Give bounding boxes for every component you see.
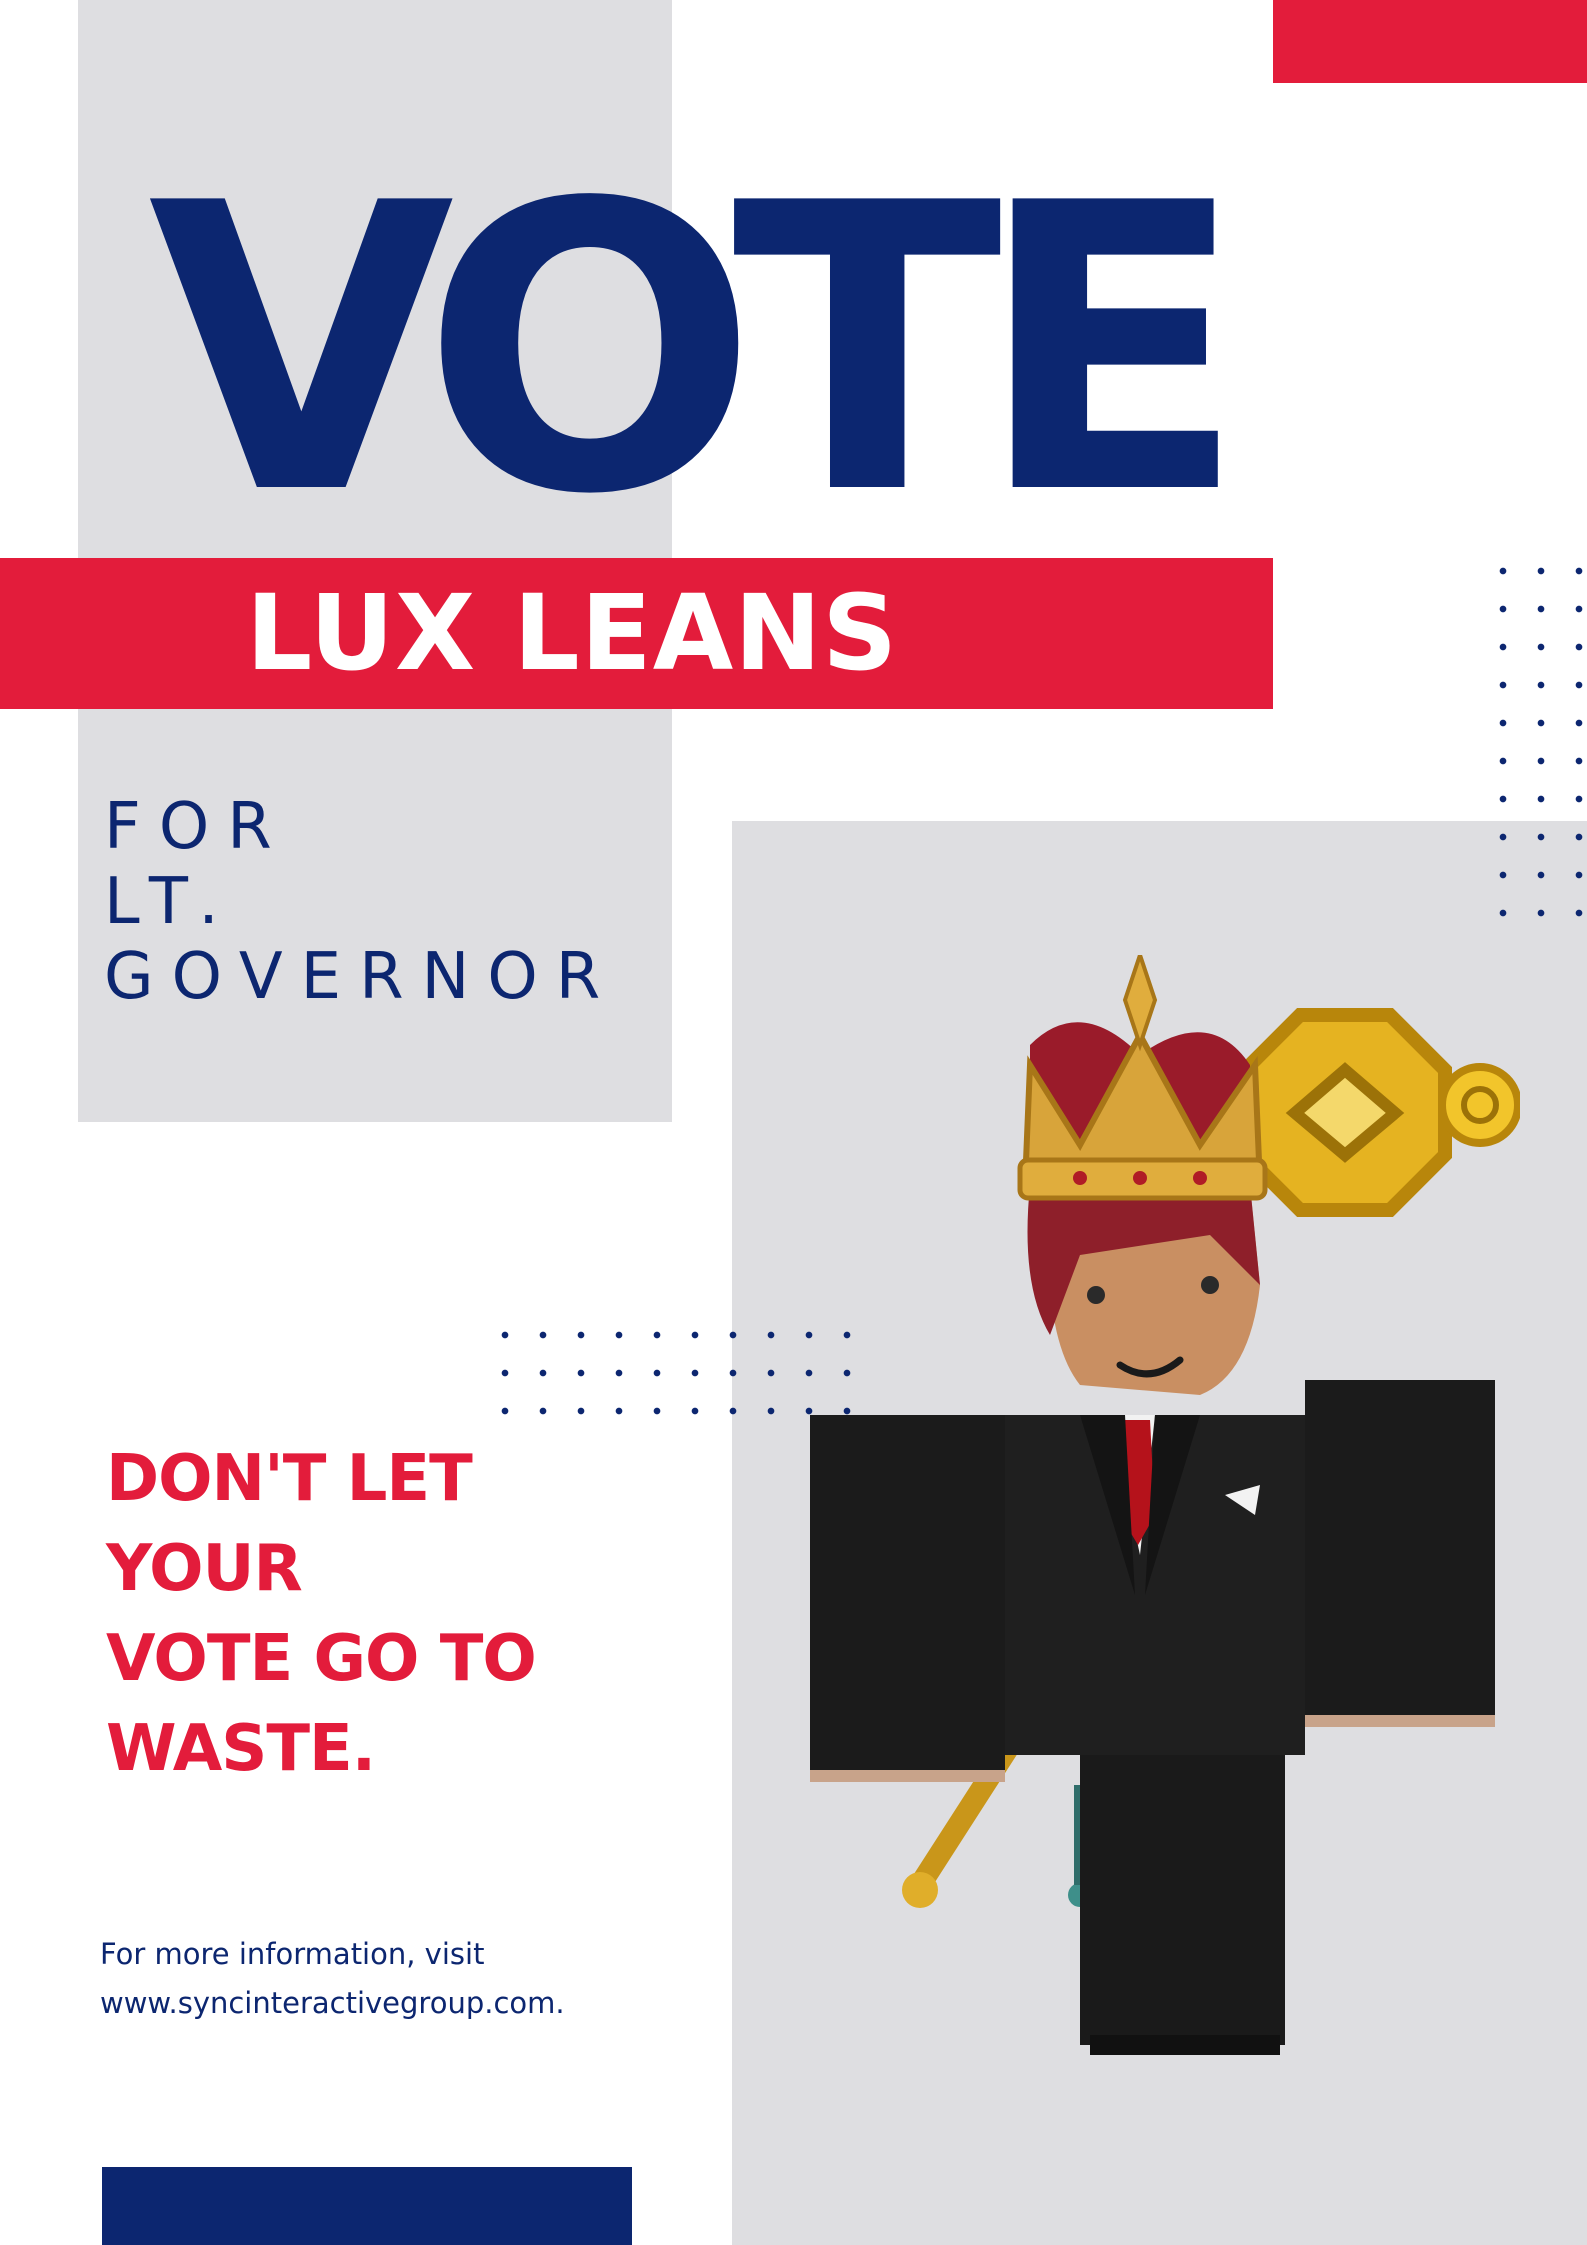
info-text: For more information, visit www.syncinte… xyxy=(100,1930,700,2028)
slogan-line: WASTE. xyxy=(106,1712,376,1786)
slogan-line: VOTE GO TO xyxy=(106,1622,537,1696)
bottom-navy-bar xyxy=(102,2167,632,2245)
crown-icon xyxy=(1017,955,1268,1201)
slogan-line: DON'T LET xyxy=(106,1442,473,1516)
office-line: FOR xyxy=(104,790,290,864)
info-line: For more information, visit xyxy=(100,1937,485,1971)
website-link[interactable]: www.syncinteractivegroup.com. xyxy=(100,1979,700,2028)
vote-headline: VOTE xyxy=(148,120,1247,581)
slogan-line: YOUR xyxy=(106,1532,303,1606)
top-red-bar xyxy=(1273,0,1587,83)
office-line: LT. xyxy=(104,865,237,939)
avatar-figure xyxy=(810,955,1520,2055)
avatar-torso xyxy=(1005,1415,1305,1755)
office-title: FOR LT. GOVERNOR xyxy=(104,790,664,1015)
slogan: DON'T LET YOUR VOTE GO TO WASTE. xyxy=(106,1434,666,1794)
candidate-name: LUX LEANS xyxy=(246,572,899,694)
avatar-legs xyxy=(1080,1755,1285,2055)
office-line: GOVERNOR xyxy=(104,940,619,1014)
coin-emblem-icon xyxy=(1238,1008,1520,1217)
dot-grid-decoration-right xyxy=(1484,552,1587,932)
